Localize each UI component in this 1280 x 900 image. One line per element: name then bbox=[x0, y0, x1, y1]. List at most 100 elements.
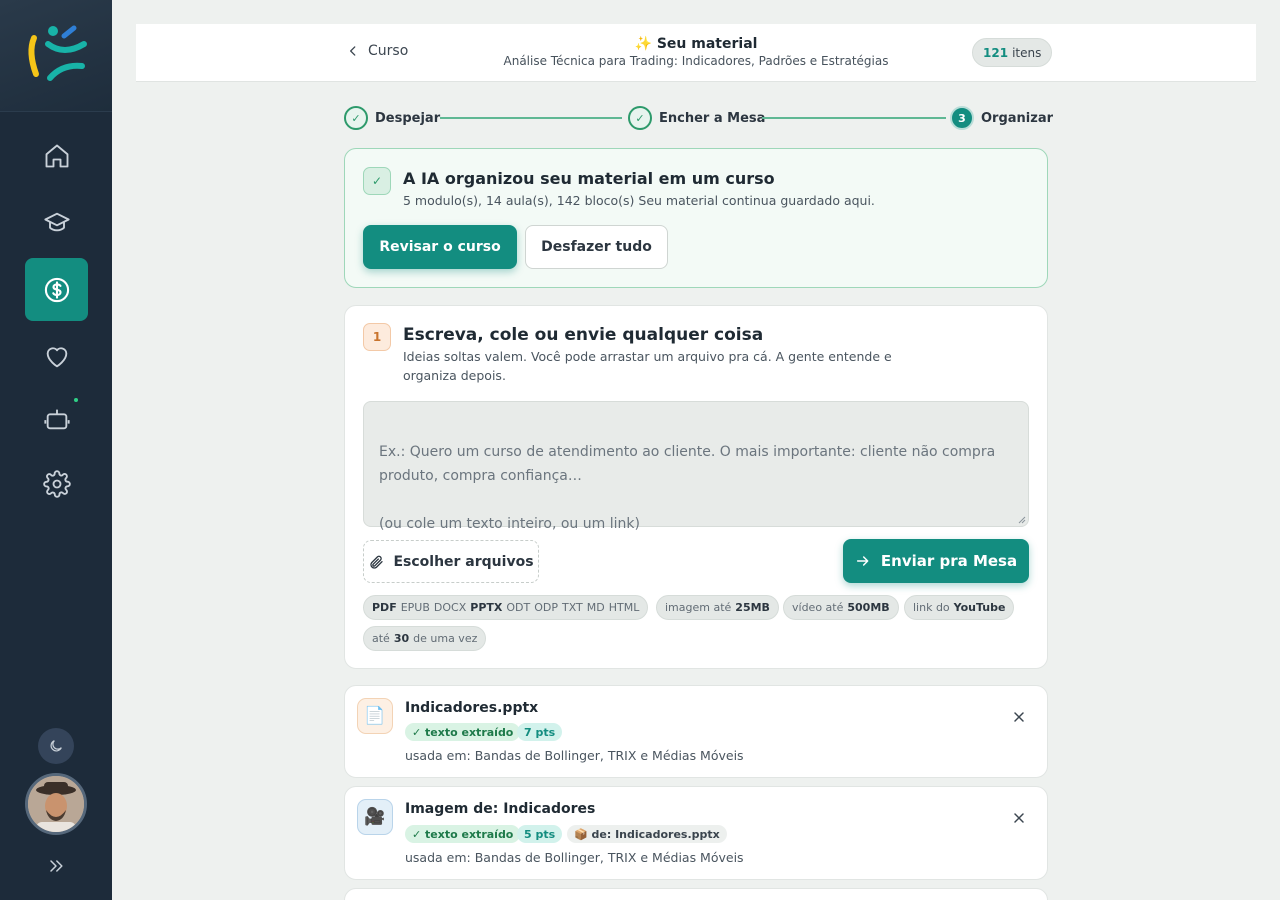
file-item[interactable]: 📄 Indicadores.pptx ✓ texto extraído 7 pt… bbox=[344, 685, 1048, 778]
assistant-status-dot bbox=[74, 398, 78, 402]
step-connector bbox=[440, 117, 622, 119]
send-label: Enviar pra Mesa bbox=[880, 552, 1018, 570]
step-label: Despejar bbox=[375, 110, 441, 126]
step-connector bbox=[762, 117, 946, 119]
format-odt: ODT bbox=[506, 601, 531, 614]
ai-card-summary: 5 modulo(s), 14 aula(s), 142 bloco(s) Se… bbox=[403, 193, 875, 208]
ai-organized-card: ✓ A IA organizou seu material em um curs… bbox=[344, 148, 1048, 288]
file-item[interactable] bbox=[344, 888, 1048, 900]
file-name: Indicadores.pptx bbox=[405, 700, 539, 716]
check-icon: ✓ bbox=[363, 167, 391, 195]
heart-icon bbox=[46, 346, 67, 367]
logo-icon bbox=[28, 25, 87, 81]
choose-files-label: Escolher arquivos bbox=[393, 553, 534, 570]
items-label: itens bbox=[1012, 45, 1042, 60]
source-badge: 📦 de: Indicadores.pptx bbox=[567, 825, 727, 843]
arrow-right-icon bbox=[856, 556, 869, 566]
resize-handle-icon[interactable] bbox=[1018, 516, 1026, 524]
dollar-circle-icon bbox=[44, 277, 69, 302]
user-avatar-icon bbox=[28, 776, 84, 832]
file-item[interactable]: 🎥 Imagem de: Indicadores ✓ texto extraíd… bbox=[344, 786, 1048, 880]
step-encher-a-mesa[interactable]: ✓ Encher a Mesa bbox=[628, 106, 765, 130]
youtube-link-chip: link do YouTube bbox=[904, 595, 1015, 620]
page-title: ✨ Seu material bbox=[634, 36, 758, 52]
chip-text: de uma vez bbox=[413, 632, 478, 645]
file-usage: usada em: Bandas de Bollinger, TRIX e Mé… bbox=[405, 850, 744, 865]
step-label: Encher a Mesa bbox=[659, 110, 766, 126]
expand-sidebar-button[interactable] bbox=[46, 856, 66, 876]
page-header: Curso ✨ Seu material Análise Técnica par… bbox=[136, 24, 1256, 82]
video-limit-chip: vídeo até 500MB bbox=[783, 595, 899, 620]
chip-value: YouTube bbox=[953, 601, 1006, 614]
moon-icon bbox=[50, 740, 62, 752]
format-txt: TXT bbox=[562, 601, 583, 614]
formats-chip: PDF EPUB DOCX PPTX ODT ODP TXT MD HTML bbox=[363, 595, 649, 620]
chip-value: 25MB bbox=[735, 601, 770, 614]
chip-value: 500MB bbox=[847, 601, 890, 614]
format-pdf: PDF bbox=[372, 601, 397, 614]
avatar[interactable] bbox=[25, 773, 87, 835]
sidebar bbox=[0, 0, 112, 900]
chip-value: 30 bbox=[393, 632, 410, 645]
close-icon[interactable] bbox=[1011, 810, 1027, 826]
step-despejar[interactable]: ✓ Despejar bbox=[344, 106, 440, 130]
step-label: Organizar bbox=[981, 110, 1054, 126]
sidebar-item-settings[interactable] bbox=[25, 452, 88, 515]
file-usage: usada em: Bandas de Bollinger, TRIX e Mé… bbox=[405, 748, 744, 763]
step-number-badge: 1 bbox=[363, 323, 391, 351]
format-epub: EPUB bbox=[400, 601, 430, 614]
textarea-placeholder: Ex.: Quero um curso de atendimento ao cl… bbox=[379, 444, 996, 532]
close-icon[interactable] bbox=[1011, 709, 1027, 725]
robot-icon bbox=[43, 409, 70, 429]
items-count: 121 bbox=[983, 45, 1009, 60]
progress-stepper: ✓ Despejar ✓ Encher a Mesa 3 Organizar bbox=[344, 106, 1053, 130]
items-count-badge[interactable]: 121 itens bbox=[972, 38, 1053, 67]
document-icon: 📄 bbox=[357, 698, 393, 734]
gear-icon bbox=[42, 469, 71, 498]
step-done-icon: ✓ bbox=[344, 106, 368, 130]
send-to-table-button[interactable]: Enviar pra Mesa bbox=[843, 539, 1029, 583]
points-badge: 5 pts bbox=[517, 825, 563, 843]
paperclip-icon bbox=[370, 555, 384, 569]
review-course-button[interactable]: Revisar o curso bbox=[363, 225, 517, 269]
chip-text: até bbox=[372, 632, 390, 645]
video-camera-icon: 🎥 bbox=[357, 799, 393, 835]
status-badge: ✓ texto extraído bbox=[405, 723, 521, 741]
sidebar-item-home[interactable] bbox=[25, 124, 88, 187]
chip-text: link do bbox=[913, 601, 950, 614]
material-input-card: 1 Escreva, cole ou envie qualquer coisa … bbox=[344, 305, 1048, 669]
sidebar-item-assistant[interactable] bbox=[25, 387, 88, 450]
course-subtitle: Análise Técnica para Trading: Indicadore… bbox=[503, 54, 889, 68]
step-number: 3 bbox=[950, 106, 974, 130]
chevron-left-icon bbox=[350, 46, 356, 56]
image-limit-chip: imagem até 25MB bbox=[656, 595, 779, 620]
ai-card-title: A IA organizou seu material em um curso bbox=[403, 169, 775, 188]
choose-files-button[interactable]: Escolher arquivos bbox=[363, 540, 539, 583]
home-icon bbox=[45, 144, 68, 167]
input-card-description: Ideias soltas valem. Você pode arrastar … bbox=[403, 349, 892, 383]
double-chevron-right-icon bbox=[50, 860, 63, 872]
format-docx: DOCX bbox=[433, 601, 467, 614]
format-pptx: PPTX bbox=[470, 601, 503, 614]
chip-text: vídeo até bbox=[792, 601, 844, 614]
step-done-icon: ✓ bbox=[628, 106, 652, 130]
app-logo[interactable] bbox=[0, 0, 112, 112]
format-md: MD bbox=[586, 601, 605, 614]
undo-all-button[interactable]: Desfazer tudo bbox=[525, 225, 668, 269]
chip-text: imagem até bbox=[665, 601, 732, 614]
back-button[interactable]: Curso bbox=[346, 43, 408, 59]
format-html: HTML bbox=[608, 601, 640, 614]
theme-toggle[interactable] bbox=[38, 728, 74, 764]
batch-limit-chip: até 30 de uma vez bbox=[363, 626, 487, 651]
step-organizar[interactable]: 3 Organizar bbox=[950, 106, 1053, 130]
input-card-title: Escreva, cole ou envie qualquer coisa bbox=[403, 325, 764, 345]
sidebar-item-favorites[interactable] bbox=[25, 325, 88, 388]
points-badge: 7 pts bbox=[517, 723, 563, 741]
status-badge: ✓ texto extraído bbox=[405, 825, 521, 843]
sidebar-item-finance[interactable] bbox=[25, 258, 88, 321]
file-name: Imagem de: Indicadores bbox=[405, 801, 596, 817]
format-odp: ODP bbox=[534, 601, 558, 614]
back-label: Curso bbox=[368, 43, 409, 59]
material-textarea[interactable]: Ex.: Quero um curso de atendimento ao cl… bbox=[363, 401, 1029, 532]
sidebar-item-courses[interactable] bbox=[25, 191, 88, 254]
